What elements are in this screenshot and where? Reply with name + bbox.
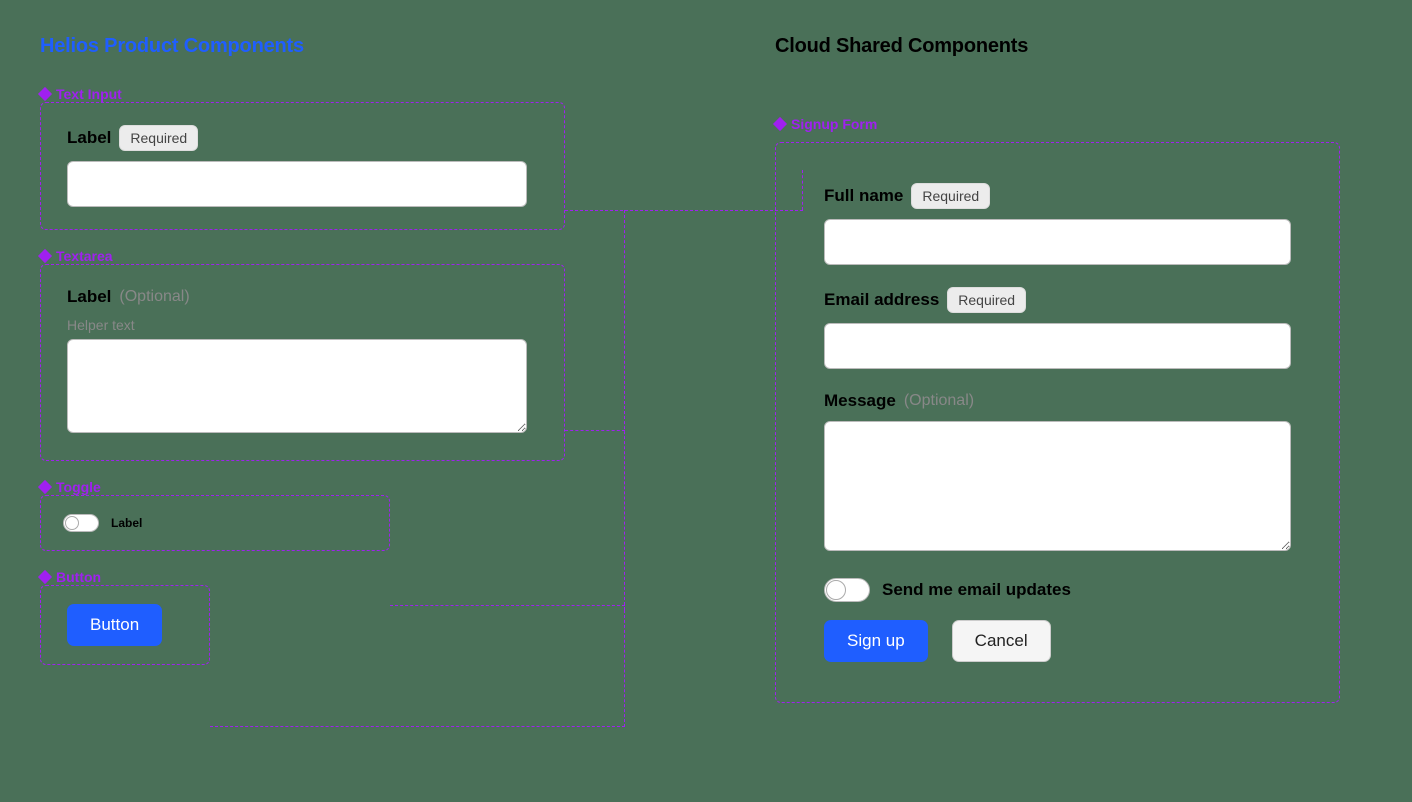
- component-tag-label: Textarea: [56, 248, 113, 264]
- message-label: Message: [824, 391, 896, 411]
- toggle-knob: [826, 580, 846, 600]
- component-tag-label: Button: [56, 569, 101, 585]
- email-updates-label: Send me email updates: [882, 580, 1071, 600]
- component-text-input: Text Input Label Required: [40, 86, 565, 230]
- toggle-knob: [65, 516, 79, 530]
- message-textarea[interactable]: [824, 421, 1291, 551]
- text-input-label-row: Label Required: [67, 125, 198, 151]
- text-input-field[interactable]: [67, 161, 527, 207]
- full-name-input[interactable]: [824, 219, 1291, 265]
- component-tag-button: Button: [40, 569, 565, 585]
- signup-form: Full name Required Email address Require…: [775, 142, 1340, 703]
- helios-product-components: Helios Product Components Text Input Lab…: [40, 35, 565, 703]
- email-input[interactable]: [824, 323, 1291, 369]
- component-button: Button Button: [40, 569, 565, 665]
- toggle-preview: Label: [40, 495, 390, 551]
- required-badge: Required: [119, 125, 198, 151]
- component-tag-label: Toggle: [56, 479, 101, 495]
- section-title-cloud: Cloud Shared Components: [775, 35, 1340, 58]
- text-input-label: Label: [67, 128, 111, 148]
- email-updates-toggle[interactable]: [824, 578, 870, 602]
- email-updates-row: Send me email updates: [824, 578, 1291, 602]
- connector-line: [210, 726, 625, 727]
- cancel-button[interactable]: Cancel: [952, 620, 1051, 662]
- required-badge: Required: [947, 287, 1026, 313]
- optional-text: (Optional): [119, 288, 189, 306]
- diamond-icon: [773, 117, 787, 131]
- diamond-icon: [38, 480, 52, 494]
- component-textarea: Textarea Label (Optional) Helper text: [40, 248, 565, 461]
- optional-text: (Optional): [904, 392, 974, 410]
- component-tag-label: Text Input: [56, 86, 122, 102]
- signup-message-field: Message (Optional): [824, 391, 1291, 556]
- signup-full-name-field: Full name Required: [824, 183, 1291, 265]
- signup-email-field: Email address Required: [824, 287, 1291, 369]
- component-tag-label: Signup Form: [791, 116, 877, 132]
- component-tag-signup-form: Signup Form: [775, 116, 1340, 132]
- button-primary[interactable]: Button: [67, 604, 162, 646]
- diamond-icon: [38, 87, 52, 101]
- text-input-preview: Label Required: [40, 102, 565, 230]
- textarea-preview: Label (Optional) Helper text: [40, 264, 565, 461]
- toggle-label: Label: [111, 516, 142, 530]
- component-tag-text-input: Text Input: [40, 86, 565, 102]
- button-preview: Button: [40, 585, 210, 665]
- toggle-switch[interactable]: [63, 514, 99, 532]
- helper-text: Helper text: [67, 317, 538, 333]
- component-toggle: Toggle Label: [40, 479, 565, 551]
- cloud-shared-components: Cloud Shared Components Signup Form Full…: [775, 35, 1340, 703]
- signup-button[interactable]: Sign up: [824, 620, 928, 662]
- signup-actions: Sign up Cancel: [824, 620, 1291, 662]
- component-tag-textarea: Textarea: [40, 248, 565, 264]
- textarea-label-row: Label (Optional): [67, 287, 190, 307]
- component-tag-toggle: Toggle: [40, 479, 565, 495]
- required-badge: Required: [911, 183, 990, 209]
- textarea-label: Label: [67, 287, 111, 307]
- diamond-icon: [38, 570, 52, 584]
- textarea-field[interactable]: [67, 339, 527, 433]
- diamond-icon: [38, 249, 52, 263]
- section-title-helios: Helios Product Components: [40, 35, 565, 58]
- full-name-label: Full name: [824, 186, 903, 206]
- email-label: Email address: [824, 290, 939, 310]
